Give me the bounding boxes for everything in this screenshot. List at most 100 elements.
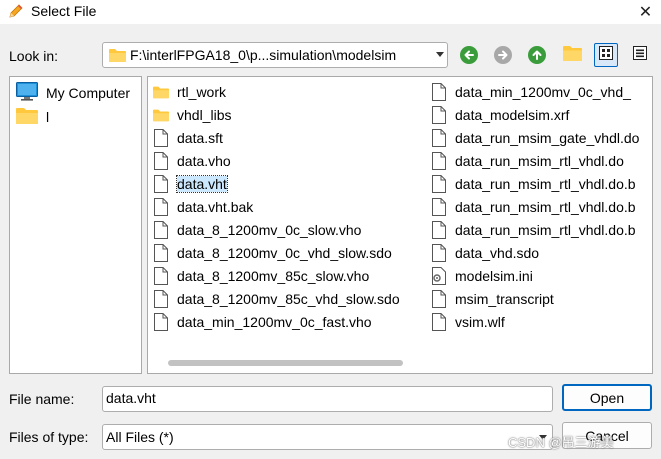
new-folder-button[interactable] (560, 43, 584, 67)
file-name: data_vhd.sdo (455, 244, 540, 261)
file-item[interactable]: data.vho (153, 149, 400, 172)
file-item[interactable]: rtl_work (153, 80, 400, 103)
file-item[interactable]: data.vht.bak (153, 195, 400, 218)
close-button[interactable]: ✕ (630, 0, 661, 24)
file-type-label: Files of type: (9, 429, 89, 445)
file-name: data_run_msim_rtl_vhdl.do (455, 152, 624, 169)
file-icon (431, 105, 447, 124)
title-bar: Select File ✕ (0, 0, 661, 24)
file-item[interactable]: vhdl_libs (153, 103, 400, 126)
sidebar-item-label: My Computer (46, 85, 131, 101)
file-name: data.vht.bak (177, 198, 254, 215)
folder-icon (16, 107, 38, 127)
file-name: data_8_1200mv_85c_slow.vho (177, 267, 370, 284)
file-item[interactable]: data_8_1200mv_85c_slow.vho (153, 264, 400, 287)
file-item-selected[interactable]: data.vht (153, 172, 400, 195)
open-button[interactable]: Open (562, 384, 652, 411)
file-item[interactable]: data_8_1200mv_0c_vhd_slow.sdo (153, 241, 400, 264)
file-item[interactable]: msim_transcript (431, 287, 639, 310)
sidebar-item-my-computer[interactable]: My Computer (16, 82, 130, 104)
file-name: data.sft (177, 129, 223, 146)
file-item[interactable]: data_min_1200mv_0c_fast.vho (153, 310, 400, 333)
file-item[interactable]: data_run_msim_rtl_vhdl.do.b (431, 218, 639, 241)
file-item[interactable]: data_run_msim_rtl_vhdl.do.b (431, 172, 639, 195)
forward-button[interactable] (491, 43, 515, 67)
file-name: data_run_msim_gate_vhdl.do (455, 129, 640, 146)
file-icon (431, 174, 447, 193)
file-item[interactable]: data_8_1200mv_85c_vhd_slow.sdo (153, 287, 400, 310)
file-item[interactable]: data_vhd.sdo (431, 241, 639, 264)
file-name: data_8_1200mv_0c_vhd_slow.sdo (177, 244, 392, 261)
file-icon (153, 174, 169, 193)
file-name: data_run_msim_rtl_vhdl.do.b (455, 198, 636, 215)
file-item[interactable]: data_run_msim_rtl_vhdl.do.b (431, 195, 639, 218)
forward-arrow-icon (494, 46, 512, 64)
sidebar-item-l[interactable]: l (16, 106, 49, 128)
file-item[interactable]: data_run_msim_gate_vhdl.do (431, 126, 639, 149)
file-icon (431, 243, 447, 262)
file-name: data_min_1200mv_0c_fast.vho (177, 313, 372, 330)
list-view-icon (599, 45, 613, 65)
file-name: data_min_1200mv_0c_vhd_ (455, 83, 631, 100)
file-item[interactable]: data_modelsim.xrf (431, 103, 639, 126)
file-item[interactable]: vsim.wlf (431, 310, 639, 333)
file-name: data_8_1200mv_85c_vhd_slow.sdo (177, 290, 400, 307)
file-icon (153, 128, 169, 147)
file-icon (431, 220, 447, 239)
up-folder-button[interactable] (525, 43, 549, 67)
look-in-dropdown[interactable]: F:\interlFPGA18_0\p...simulation\modelsi… (102, 42, 448, 68)
file-name: data_8_1200mv_0c_slow.vho (177, 221, 362, 238)
settings-file-icon (431, 266, 447, 285)
file-name: vhdl_libs (177, 106, 232, 123)
file-column: rtl_work vhdl_libs data.sft data.vho data.vh… (153, 80, 400, 333)
back-arrow-icon (460, 46, 478, 64)
file-name-input[interactable]: data.vht (102, 386, 553, 412)
file-icon (431, 312, 447, 331)
file-icon (431, 197, 447, 216)
close-icon: ✕ (638, 4, 653, 21)
file-type-value: All Files (*) (106, 429, 174, 445)
file-item[interactable]: data.sft (153, 126, 400, 149)
file-name: modelsim.ini (455, 267, 533, 284)
file-type-dropdown[interactable]: All Files (*) (102, 424, 553, 450)
list-view-button[interactable] (594, 43, 618, 67)
file-list[interactable]: rtl_work vhdl_libs data.sft data.vho data.vh… (147, 76, 653, 374)
pencil-icon (8, 3, 24, 19)
file-icon (153, 151, 169, 170)
file-icon (431, 289, 447, 308)
file-name: data.vho (177, 152, 231, 169)
file-name: data_run_msim_rtl_vhdl.do.b (455, 175, 636, 192)
up-arrow-icon (528, 46, 546, 64)
computer-icon (16, 82, 38, 104)
file-icon (153, 312, 169, 331)
file-name: vsim.wlf (455, 313, 505, 330)
file-icon (431, 151, 447, 170)
watermark: CSDN @吊三游美 (508, 435, 614, 450)
file-name-label: File name: (9, 391, 75, 407)
detail-view-button[interactable] (628, 43, 652, 67)
file-icon (431, 128, 447, 147)
sidebar: My Computer l (9, 76, 142, 374)
window-title: Select File (31, 3, 97, 19)
sidebar-item-label: l (46, 109, 50, 125)
horizontal-scrollbar[interactable] (168, 360, 403, 366)
file-icon (153, 197, 169, 216)
file-name: data_modelsim.xrf (455, 106, 570, 123)
file-column: data_min_1200mv_0c_vhd_ data_modelsim.xrf… (431, 80, 639, 333)
file-name: msim_transcript (455, 290, 554, 307)
new-folder-icon (562, 45, 582, 66)
file-icon (153, 220, 169, 239)
look-in-path: F:\interlFPGA18_0\p...simulation\modelsi… (130, 47, 397, 63)
back-button[interactable] (457, 43, 481, 67)
folder-icon (153, 83, 169, 101)
file-item[interactable]: modelsim.ini (431, 264, 639, 287)
file-icon (153, 243, 169, 262)
file-item[interactable]: data_run_msim_rtl_vhdl.do (431, 149, 639, 172)
file-item[interactable]: data_min_1200mv_0c_vhd_ (431, 80, 639, 103)
file-item[interactable]: data_8_1200mv_0c_slow.vho (153, 218, 400, 241)
file-icon (431, 82, 447, 101)
folder-icon (153, 106, 169, 124)
file-name: data.vht (176, 174, 228, 193)
chevron-down-icon (436, 52, 444, 57)
file-icon (153, 289, 169, 308)
